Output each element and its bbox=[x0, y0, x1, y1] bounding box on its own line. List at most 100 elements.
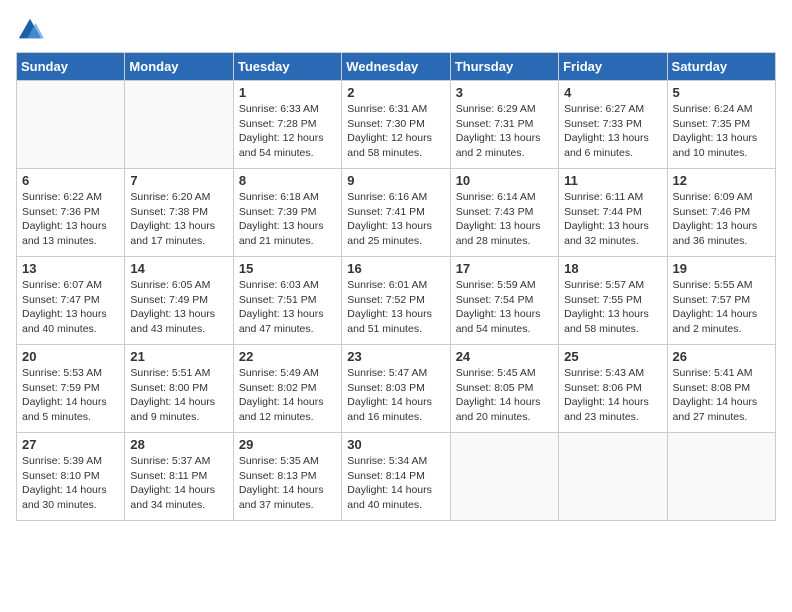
calendar-header-row: SundayMondayTuesdayWednesdayThursdayFrid… bbox=[17, 53, 776, 81]
day-info: Sunrise: 6:07 AMSunset: 7:47 PMDaylight:… bbox=[22, 278, 119, 337]
day-info: Sunrise: 6:01 AMSunset: 7:52 PMDaylight:… bbox=[347, 278, 444, 337]
calendar-week-row: 20 Sunrise: 5:53 AMSunset: 7:59 PMDayligh… bbox=[17, 345, 776, 433]
day-number: 5 bbox=[673, 85, 770, 100]
calendar-cell bbox=[559, 433, 667, 521]
day-info: Sunrise: 5:34 AMSunset: 8:14 PMDaylight:… bbox=[347, 454, 444, 513]
calendar-cell: 22 Sunrise: 5:49 AMSunset: 8:02 PMDayligh… bbox=[233, 345, 341, 433]
day-info: Sunrise: 6:33 AMSunset: 7:28 PMDaylight:… bbox=[239, 102, 336, 161]
weekday-header: Thursday bbox=[450, 53, 558, 81]
day-info: Sunrise: 6:20 AMSunset: 7:38 PMDaylight:… bbox=[130, 190, 227, 249]
day-info: Sunrise: 5:57 AMSunset: 7:55 PMDaylight:… bbox=[564, 278, 661, 337]
day-number: 4 bbox=[564, 85, 661, 100]
day-number: 8 bbox=[239, 173, 336, 188]
day-info: Sunrise: 5:39 AMSunset: 8:10 PMDaylight:… bbox=[22, 454, 119, 513]
weekday-header: Sunday bbox=[17, 53, 125, 81]
day-number: 15 bbox=[239, 261, 336, 276]
calendar-cell: 13 Sunrise: 6:07 AMSunset: 7:47 PMDayligh… bbox=[17, 257, 125, 345]
day-number: 13 bbox=[22, 261, 119, 276]
calendar-cell: 2 Sunrise: 6:31 AMSunset: 7:30 PMDaylight… bbox=[342, 81, 450, 169]
calendar-cell: 1Sunrise: 6:33 AMSunset: 7:28 PMDaylight… bbox=[233, 81, 341, 169]
day-number: 14 bbox=[130, 261, 227, 276]
calendar-cell: 10 Sunrise: 6:14 AMSunset: 7:43 PMDayligh… bbox=[450, 169, 558, 257]
weekday-header: Wednesday bbox=[342, 53, 450, 81]
day-number: 20 bbox=[22, 349, 119, 364]
calendar-week-row: 1Sunrise: 6:33 AMSunset: 7:28 PMDaylight… bbox=[17, 81, 776, 169]
day-info: Sunrise: 5:45 AMSunset: 8:05 PMDaylight:… bbox=[456, 366, 553, 425]
day-number: 28 bbox=[130, 437, 227, 452]
calendar-cell: 24Sunrise: 5:45 AMSunset: 8:05 PMDayligh… bbox=[450, 345, 558, 433]
day-number: 26 bbox=[673, 349, 770, 364]
calendar-cell: 5 Sunrise: 6:24 AMSunset: 7:35 PMDaylight… bbox=[667, 81, 775, 169]
day-info: Sunrise: 5:55 AMSunset: 7:57 PMDaylight:… bbox=[673, 278, 770, 337]
calendar-cell: 15 Sunrise: 6:03 AMSunset: 7:51 PMDayligh… bbox=[233, 257, 341, 345]
weekday-header: Saturday bbox=[667, 53, 775, 81]
day-info: Sunrise: 6:29 AMSunset: 7:31 PMDaylight:… bbox=[456, 102, 553, 161]
calendar-cell: 8 Sunrise: 6:18 AMSunset: 7:39 PMDaylight… bbox=[233, 169, 341, 257]
weekday-header: Friday bbox=[559, 53, 667, 81]
calendar-cell: 23Sunrise: 5:47 AMSunset: 8:03 PMDayligh… bbox=[342, 345, 450, 433]
day-info: Sunrise: 5:53 AMSunset: 7:59 PMDaylight:… bbox=[22, 366, 119, 425]
day-info: Sunrise: 6:31 AMSunset: 7:30 PMDaylight:… bbox=[347, 102, 444, 161]
calendar-week-row: 13 Sunrise: 6:07 AMSunset: 7:47 PMDayligh… bbox=[17, 257, 776, 345]
calendar-cell: 19 Sunrise: 5:55 AMSunset: 7:57 PMDayligh… bbox=[667, 257, 775, 345]
calendar-cell bbox=[450, 433, 558, 521]
day-info: Sunrise: 6:03 AMSunset: 7:51 PMDaylight:… bbox=[239, 278, 336, 337]
day-number: 19 bbox=[673, 261, 770, 276]
day-info: Sunrise: 6:16 AMSunset: 7:41 PMDaylight:… bbox=[347, 190, 444, 249]
day-info: Sunrise: 5:35 AMSunset: 8:13 PMDaylight:… bbox=[239, 454, 336, 513]
calendar-cell: 30 Sunrise: 5:34 AMSunset: 8:14 PMDayligh… bbox=[342, 433, 450, 521]
calendar-cell: 14 Sunrise: 6:05 AMSunset: 7:49 PMDayligh… bbox=[125, 257, 233, 345]
header bbox=[16, 16, 776, 44]
weekday-header: Tuesday bbox=[233, 53, 341, 81]
calendar-cell: 27 Sunrise: 5:39 AMSunset: 8:10 PMDayligh… bbox=[17, 433, 125, 521]
day-info: Sunrise: 6:22 AMSunset: 7:36 PMDaylight:… bbox=[22, 190, 119, 249]
day-info: Sunrise: 5:49 AMSunset: 8:02 PMDaylight:… bbox=[239, 366, 336, 425]
calendar-cell: 16 Sunrise: 6:01 AMSunset: 7:52 PMDayligh… bbox=[342, 257, 450, 345]
day-info: Sunrise: 6:05 AMSunset: 7:49 PMDaylight:… bbox=[130, 278, 227, 337]
day-number: 10 bbox=[456, 173, 553, 188]
logo-icon bbox=[16, 16, 44, 44]
calendar-cell bbox=[125, 81, 233, 169]
calendar-cell: 29Sunrise: 5:35 AMSunset: 8:13 PMDayligh… bbox=[233, 433, 341, 521]
day-info: Sunrise: 5:51 AMSunset: 8:00 PMDaylight:… bbox=[130, 366, 227, 425]
day-info: Sunrise: 6:18 AMSunset: 7:39 PMDaylight:… bbox=[239, 190, 336, 249]
calendar-cell: 21 Sunrise: 5:51 AMSunset: 8:00 PMDayligh… bbox=[125, 345, 233, 433]
calendar-cell: 25 Sunrise: 5:43 AMSunset: 8:06 PMDayligh… bbox=[559, 345, 667, 433]
day-number: 21 bbox=[130, 349, 227, 364]
calendar-cell bbox=[17, 81, 125, 169]
day-number: 30 bbox=[347, 437, 444, 452]
calendar-week-row: 27 Sunrise: 5:39 AMSunset: 8:10 PMDayligh… bbox=[17, 433, 776, 521]
day-number: 7 bbox=[130, 173, 227, 188]
calendar-cell: 18Sunrise: 5:57 AMSunset: 7:55 PMDayligh… bbox=[559, 257, 667, 345]
day-number: 27 bbox=[22, 437, 119, 452]
calendar-cell: 20 Sunrise: 5:53 AMSunset: 7:59 PMDayligh… bbox=[17, 345, 125, 433]
day-info: Sunrise: 6:09 AMSunset: 7:46 PMDaylight:… bbox=[673, 190, 770, 249]
day-number: 22 bbox=[239, 349, 336, 364]
day-number: 23 bbox=[347, 349, 444, 364]
weekday-header: Monday bbox=[125, 53, 233, 81]
day-info: Sunrise: 6:27 AMSunset: 7:33 PMDaylight:… bbox=[564, 102, 661, 161]
calendar-cell: 17Sunrise: 5:59 AMSunset: 7:54 PMDayligh… bbox=[450, 257, 558, 345]
calendar-cell: 3 Sunrise: 6:29 AMSunset: 7:31 PMDaylight… bbox=[450, 81, 558, 169]
day-number: 16 bbox=[347, 261, 444, 276]
day-info: Sunrise: 6:11 AMSunset: 7:44 PMDaylight:… bbox=[564, 190, 661, 249]
logo bbox=[16, 16, 48, 44]
day-number: 25 bbox=[564, 349, 661, 364]
calendar: SundayMondayTuesdayWednesdayThursdayFrid… bbox=[16, 52, 776, 521]
day-number: 9 bbox=[347, 173, 444, 188]
day-info: Sunrise: 6:24 AMSunset: 7:35 PMDaylight:… bbox=[673, 102, 770, 161]
day-number: 3 bbox=[456, 85, 553, 100]
day-number: 11 bbox=[564, 173, 661, 188]
day-number: 17 bbox=[456, 261, 553, 276]
calendar-cell: 4 Sunrise: 6:27 AMSunset: 7:33 PMDaylight… bbox=[559, 81, 667, 169]
day-info: Sunrise: 5:43 AMSunset: 8:06 PMDaylight:… bbox=[564, 366, 661, 425]
calendar-cell: 26Sunrise: 5:41 AMSunset: 8:08 PMDayligh… bbox=[667, 345, 775, 433]
day-number: 12 bbox=[673, 173, 770, 188]
day-info: Sunrise: 6:14 AMSunset: 7:43 PMDaylight:… bbox=[456, 190, 553, 249]
calendar-cell: 12 Sunrise: 6:09 AMSunset: 7:46 PMDayligh… bbox=[667, 169, 775, 257]
calendar-cell: 9 Sunrise: 6:16 AMSunset: 7:41 PMDaylight… bbox=[342, 169, 450, 257]
calendar-week-row: 6 Sunrise: 6:22 AMSunset: 7:36 PMDaylight… bbox=[17, 169, 776, 257]
day-number: 2 bbox=[347, 85, 444, 100]
day-info: Sunrise: 5:37 AMSunset: 8:11 PMDaylight:… bbox=[130, 454, 227, 513]
day-number: 6 bbox=[22, 173, 119, 188]
